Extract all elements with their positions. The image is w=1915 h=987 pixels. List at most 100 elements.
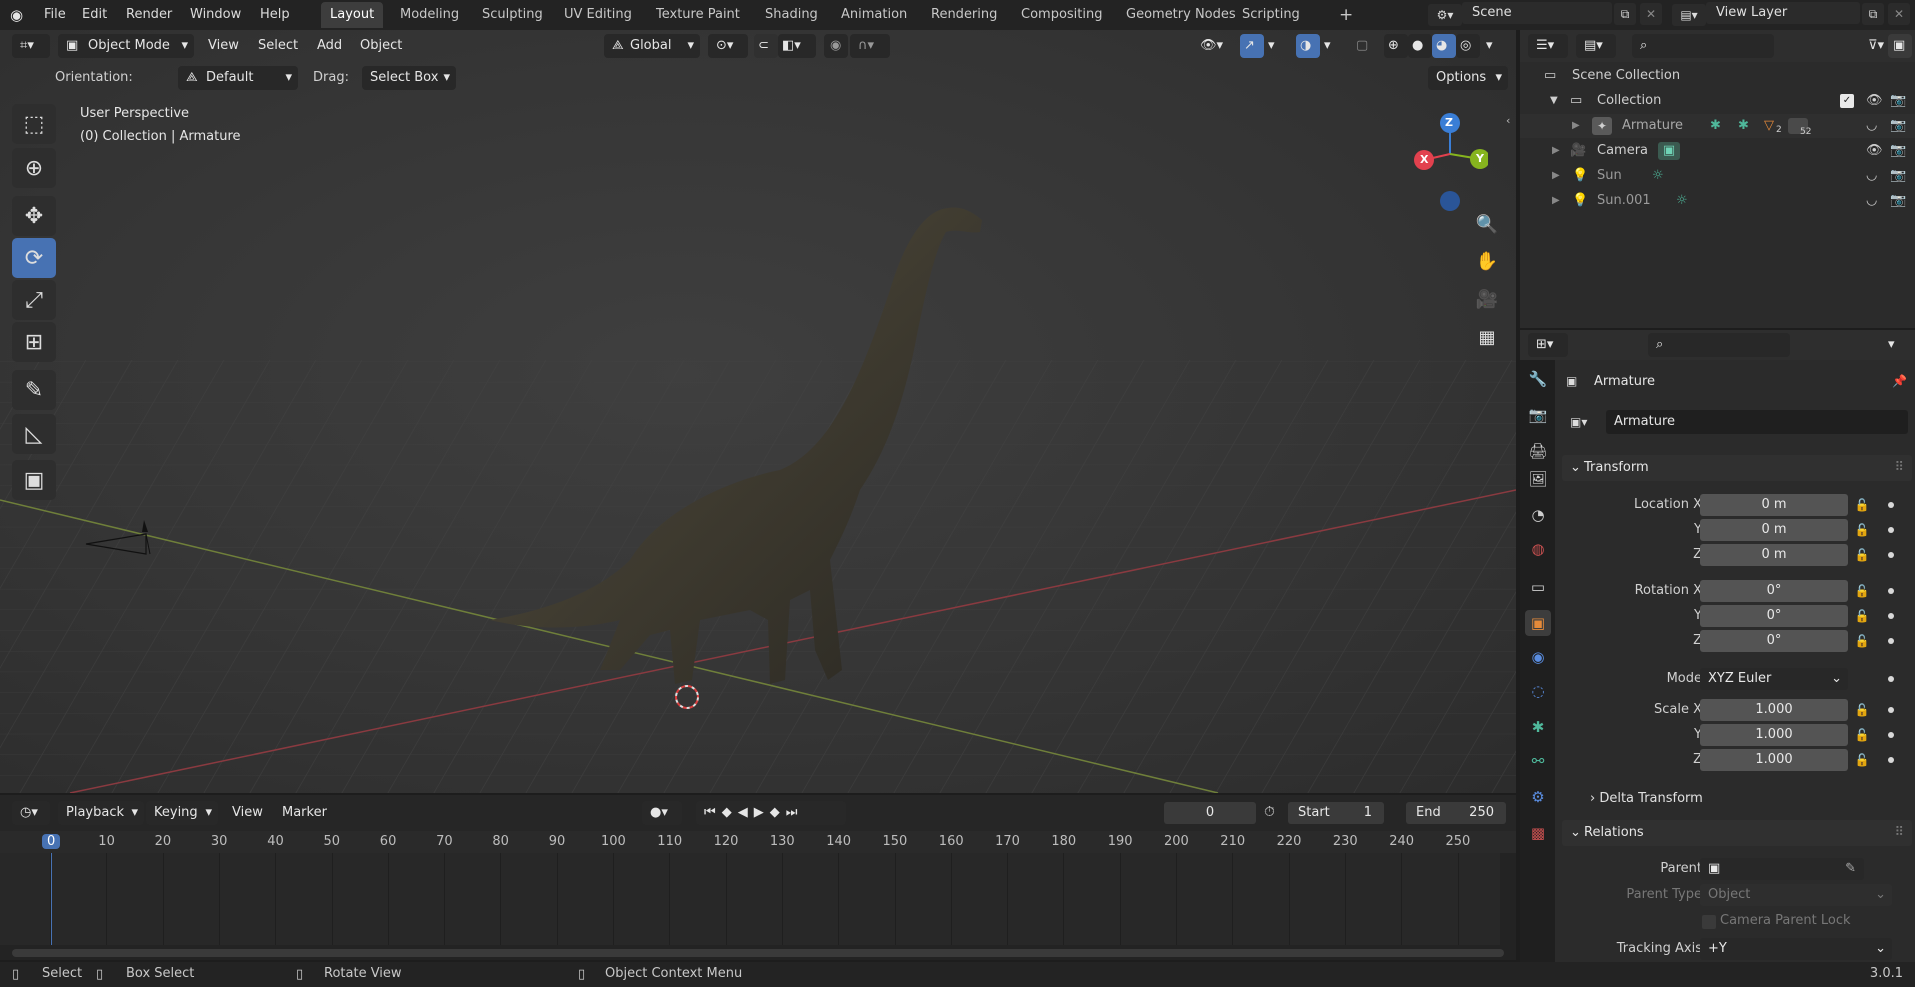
select-box-tool-icon[interactable]: ⬚ (12, 104, 56, 144)
copy-view-layer-icon[interactable]: ⧉ (1862, 3, 1884, 25)
delete-scene-icon[interactable]: ✕ (1640, 3, 1662, 25)
delta-transform-panel-header[interactable]: › Delta Transform (1590, 786, 1703, 812)
prev-keyframe-icon[interactable]: ◆ (722, 805, 738, 820)
annotate-tool-icon[interactable]: ✎ (12, 370, 56, 410)
lock-icon[interactable]: 🔓 (1854, 728, 1870, 744)
next-keyframe-icon[interactable]: ◆ (770, 805, 786, 820)
orientation-dropdown[interactable]: ⟁ Default ▾ (178, 66, 298, 90)
hidden-eye-icon[interactable]: ◡ (1866, 114, 1877, 138)
menu-object[interactable]: Object (352, 34, 410, 58)
pan-hand-icon[interactable]: ✋ (1470, 245, 1504, 279)
rotation-z-field[interactable]: 0° (1700, 630, 1848, 652)
lock-icon[interactable]: 🔓 (1854, 498, 1870, 514)
data-tab-icon[interactable]: ⚙ (1525, 784, 1551, 810)
transform-panel-header[interactable]: ⌄ Transform ⠿ (1562, 455, 1912, 481)
scale-tool-icon[interactable]: ⤢ (12, 280, 56, 320)
transform-tool-icon[interactable]: ⊞ (12, 322, 56, 362)
rotation-y-field[interactable]: 0° (1700, 605, 1848, 627)
outliner-item-sun[interactable]: ▶ 💡 Sun ☼ ◡ 📷 (1520, 164, 1915, 188)
perspective-grid-icon[interactable]: ▦ (1470, 321, 1504, 355)
zoom-icon[interactable]: 🔍 (1470, 208, 1504, 242)
camera-parent-lock-checkbox[interactable] (1702, 915, 1716, 929)
overlays-toggle-icon[interactable]: ◑ (1296, 34, 1320, 58)
keyframe-dot[interactable] (1888, 676, 1894, 682)
keyframe-dot[interactable] (1888, 707, 1894, 713)
play-icon[interactable]: ▶ (754, 805, 770, 820)
lock-icon[interactable]: 🔓 (1854, 584, 1870, 600)
scale-x-field[interactable]: 1.000 (1700, 699, 1848, 721)
add-workspace-button[interactable]: + (1330, 2, 1362, 28)
copy-scene-icon[interactable]: ⧉ (1614, 3, 1636, 25)
outliner-editor-type-icon[interactable]: ☰▾ (1528, 34, 1568, 58)
lock-icon[interactable]: 🔓 (1854, 609, 1870, 625)
delete-view-layer-icon[interactable]: ✕ (1888, 3, 1910, 25)
keyframe-dot[interactable] (1888, 613, 1894, 619)
frame-ruler[interactable]: 0 10 20 30 40 50 60 70 80 90 100 110 120 130 140 150 160… (0, 831, 1516, 853)
new-collection-icon[interactable]: ▣ (1888, 34, 1912, 58)
particles-tab-icon[interactable]: ◌ (1525, 678, 1551, 704)
editor-type-icon[interactable]: ⌗▾ (12, 34, 50, 58)
lock-icon[interactable]: 🔓 (1854, 634, 1870, 650)
timeline-editor-type-icon[interactable]: ◷▾ (12, 801, 50, 825)
modifier-tab-icon[interactable]: ◉ (1525, 644, 1551, 670)
move-tool-icon[interactable]: ✥ (12, 196, 56, 236)
menu-view[interactable]: View (200, 34, 247, 58)
options-dropdown[interactable]: Options ▾ (1428, 66, 1508, 90)
render-camera-icon[interactable]: 📷 (1890, 139, 1906, 163)
properties-options-icon[interactable]: ▾ (1884, 333, 1908, 357)
timeline-scrollbar[interactable] (12, 949, 1504, 957)
play-reverse-icon[interactable]: ◀ (738, 805, 754, 820)
tab-compositing[interactable]: Compositing (1012, 2, 1112, 28)
playback-menu[interactable]: Playback ▾ (58, 801, 144, 825)
camera-object-icon[interactable] (80, 510, 160, 570)
drag-handle-icon[interactable]: ⠿ (1894, 455, 1904, 481)
keyframe-dot[interactable] (1888, 757, 1894, 763)
physics-tab-icon[interactable]: ✱ (1525, 714, 1551, 740)
visibility-icon[interactable]: 👁▾ (1192, 34, 1232, 58)
cursor-tool-icon[interactable]: ⊕ (12, 148, 56, 188)
render-camera-icon[interactable]: 📷 (1890, 189, 1906, 213)
tracking-axis-dropdown[interactable]: +Y ⌄ (1700, 938, 1892, 960)
gizmo-toggle-icon[interactable]: ↗ (1240, 34, 1264, 58)
playback-controls[interactable]: ⏮◆◀▶◆⏭ (696, 801, 846, 825)
lock-icon[interactable]: 🔓 (1854, 753, 1870, 769)
3d-viewport[interactable]: ⌗▾ ▣ Object Mode ▾ View Select Add Objec… (0, 30, 1516, 793)
tab-sculpting[interactable]: Sculpting (473, 2, 552, 28)
constraints-tab-icon[interactable]: ⚯ (1525, 748, 1551, 774)
chevron-right-icon[interactable]: ▶ (1552, 139, 1560, 163)
chevron-right-icon[interactable]: ▶ (1552, 189, 1560, 213)
jump-start-icon[interactable]: ⏮ (704, 805, 722, 820)
datablock-type-icon[interactable]: ▣▾ (1564, 410, 1604, 434)
drag-handle-icon[interactable]: ⠿ (1894, 820, 1904, 846)
menu-help[interactable]: Help (254, 4, 296, 26)
texture-tab-icon[interactable]: ▩ (1525, 820, 1551, 846)
parent-type-dropdown[interactable]: Object ⌄ (1700, 884, 1892, 906)
tool-tab-icon[interactable]: 🔧 (1525, 366, 1551, 392)
hidden-eye-icon[interactable]: ◡ (1866, 189, 1877, 213)
camera-view-icon[interactable]: 🎥 (1470, 283, 1504, 317)
tab-texture-paint[interactable]: Texture Paint (647, 2, 749, 28)
start-frame-field[interactable]: Start 1 (1288, 802, 1384, 824)
scale-z-field[interactable]: 1.000 (1700, 749, 1848, 771)
snap-target-icon[interactable]: ◧▾ (778, 34, 816, 58)
pivot-point-icon[interactable]: ⊙▾ (708, 34, 748, 58)
auto-keying-icon[interactable]: ●▾ (642, 801, 682, 825)
eyedropper-icon[interactable]: ✎ (1845, 858, 1856, 880)
tab-layout[interactable]: Layout (321, 2, 384, 28)
lock-icon[interactable]: 🔓 (1854, 523, 1870, 539)
exclude-checkbox[interactable]: ✓ (1840, 94, 1854, 108)
shading-dropdown-icon[interactable]: ▾ (1482, 34, 1504, 58)
rotation-x-field[interactable]: 0° (1700, 580, 1848, 602)
rotation-mode-dropdown[interactable]: XYZ Euler ⌄ (1700, 668, 1848, 690)
snap-toggle-icon[interactable]: ⊂ (754, 34, 778, 58)
properties-search-input[interactable]: ⌕ (1648, 333, 1790, 357)
tab-geometry-nodes[interactable]: Geometry Nodes (1117, 2, 1245, 28)
render-camera-icon[interactable]: 📷 (1890, 164, 1906, 188)
view-layer-field[interactable]: View Layer (1706, 2, 1860, 24)
display-mode-icon[interactable]: ▤▾ (1576, 34, 1616, 58)
lock-icon[interactable]: 🔓 (1854, 703, 1870, 719)
relations-panel-header[interactable]: ⌄ Relations ⠿ (1562, 820, 1912, 846)
view-layer-tab-icon[interactable]: 🖼 (1525, 466, 1551, 492)
keyframe-dot[interactable] (1888, 732, 1894, 738)
3d-cursor-icon[interactable] (670, 680, 704, 714)
